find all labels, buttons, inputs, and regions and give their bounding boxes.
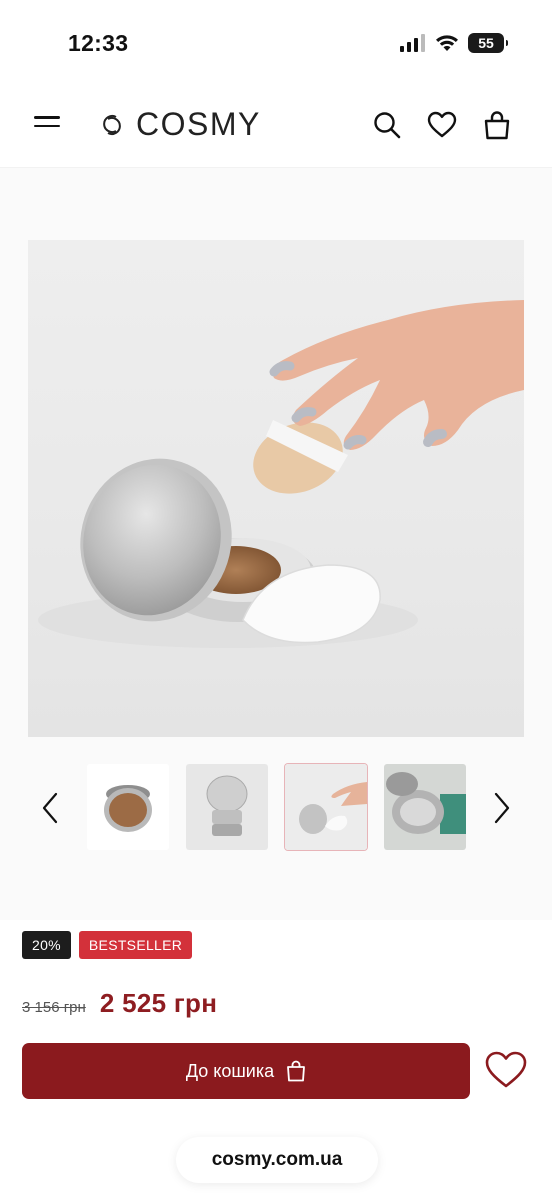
status-time: 12:33 xyxy=(68,30,129,56)
old-price: 3 156 грн xyxy=(22,999,86,1016)
thumbnail-2[interactable] xyxy=(186,764,268,850)
product-main-image[interactable] xyxy=(28,240,524,737)
gallery-prev-button[interactable] xyxy=(38,788,62,828)
thumbnail-1[interactable] xyxy=(87,764,169,850)
bag-icon xyxy=(287,1060,306,1082)
bag-icon xyxy=(484,111,510,140)
gallery-next-button[interactable] xyxy=(490,788,514,828)
add-to-wishlist-button[interactable] xyxy=(484,1048,528,1092)
product-photo xyxy=(38,300,524,648)
heart-icon xyxy=(427,111,457,138)
cart-button[interactable] xyxy=(482,110,512,140)
browser-url-bar[interactable]: cosmy.com.ua xyxy=(176,1137,378,1183)
site-header: COSMY xyxy=(0,80,552,168)
wishlist-button[interactable] xyxy=(427,110,457,140)
site-logo[interactable]: COSMY xyxy=(96,106,261,143)
wifi-icon xyxy=(436,35,458,51)
price-row: 3 156 грн 2 525 грн xyxy=(22,988,217,1019)
thumbnail-image xyxy=(186,764,268,850)
search-icon xyxy=(374,112,401,139)
thumbnail-4[interactable] xyxy=(384,764,466,850)
thumbnail-image xyxy=(384,764,466,850)
chevron-left-icon xyxy=(42,792,58,824)
discount-badge: 20% xyxy=(22,931,71,959)
search-button[interactable] xyxy=(372,110,402,140)
status-icons: 55 xyxy=(400,33,508,53)
bestseller-badge: BESTSELLER xyxy=(78,931,193,959)
product-badges: 20% BESTSELLER xyxy=(22,931,193,959)
add-to-cart-button[interactable]: До кошика xyxy=(22,1043,470,1099)
thumbnail-image xyxy=(285,764,367,850)
logo-icon xyxy=(103,114,121,135)
browser-url-text: cosmy.com.ua xyxy=(211,1149,343,1170)
battery-indicator: 55 xyxy=(468,33,508,53)
chevron-right-icon xyxy=(494,792,510,824)
menu-icon xyxy=(34,116,60,119)
current-price: 2 525 грн xyxy=(99,988,218,1018)
status-bar: 12:33 55 xyxy=(0,0,552,80)
thumbnail-image xyxy=(87,764,169,850)
logo-text: COSMY xyxy=(136,106,261,142)
heart-icon xyxy=(485,1051,527,1088)
menu-button[interactable] xyxy=(34,116,62,134)
add-to-cart-label: До кошика xyxy=(185,1060,275,1081)
thumbnail-3[interactable] xyxy=(285,764,367,850)
signal-icon xyxy=(400,34,425,52)
